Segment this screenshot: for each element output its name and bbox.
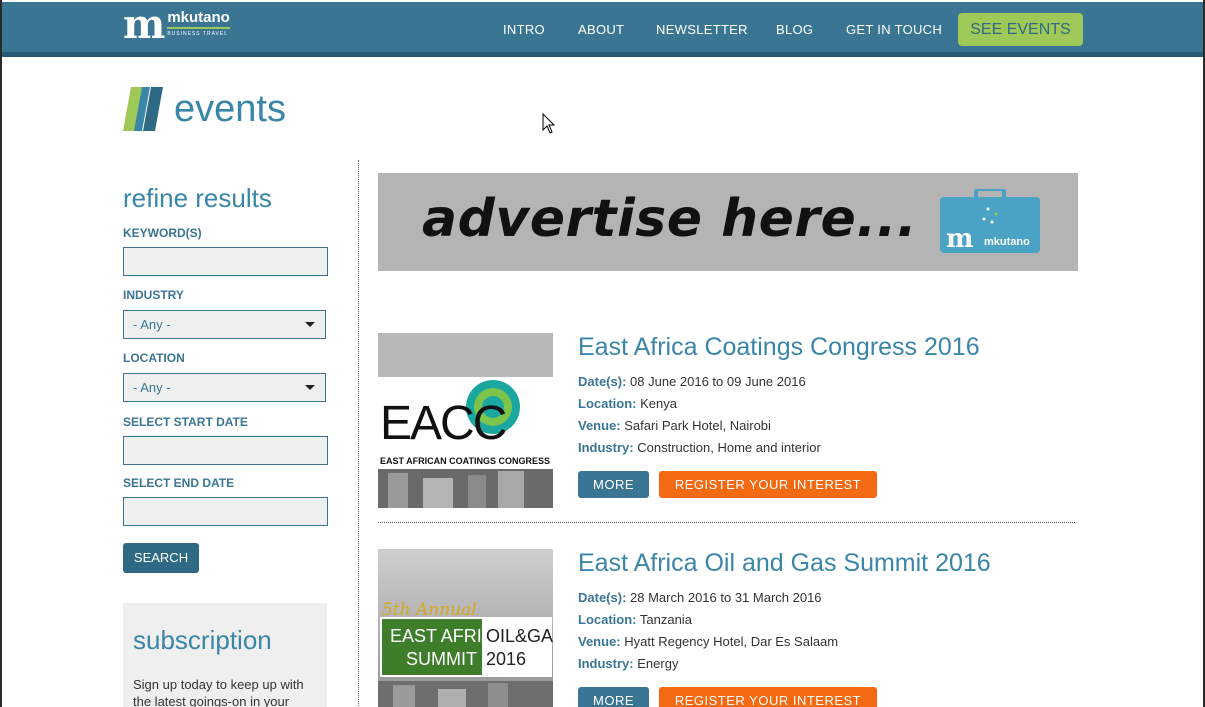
- location-label: Location:: [578, 612, 637, 627]
- venue-value: Hyatt Regency Hotel, Dar Es Salaam: [624, 634, 839, 649]
- brand-logo[interactable]: m mkutano BUSINESS TRAVEL: [123, 1, 230, 48]
- event-dates: Date(s): 28 March 2016 to 31 March 2016: [578, 590, 822, 605]
- event-venue: Venue: Hyatt Regency Hotel, Dar Es Salaa…: [578, 634, 838, 649]
- dates-label: Date(s):: [578, 374, 627, 389]
- nav-get-in-touch[interactable]: GET IN TOUCH: [846, 22, 942, 37]
- industry-label: Industry:: [578, 656, 634, 671]
- logo-tagline: BUSINESS TRAVEL: [167, 31, 228, 37]
- eacc-logo-image: EACC EAST AFRICAN COATINGS CONGRESS: [378, 333, 553, 508]
- dates-value: 08 June 2016 to 09 June 2016: [630, 374, 806, 389]
- industry-label: INDUSTRY: [123, 288, 184, 302]
- advertise-banner[interactable]: advertise here... m mkutano: [378, 173, 1078, 271]
- industry-value: Energy: [637, 656, 679, 671]
- event-thumbnail[interactable]: EACC EAST AFRICAN COATINGS CONGRESS: [378, 333, 553, 508]
- logo-mark: m: [123, 1, 165, 48]
- event-dates: Date(s): 08 June 2016 to 09 June 2016: [578, 374, 806, 389]
- nav-intro[interactable]: INTRO: [503, 22, 545, 37]
- event-industry: Industry: Construction, Home and interio…: [578, 440, 821, 455]
- event-separator: [378, 522, 1075, 523]
- venue-label: Venue:: [578, 634, 621, 649]
- summit-line3: OIL&GAS: [486, 626, 553, 646]
- event-industry: Industry: Energy: [578, 656, 678, 671]
- location-label: LOCATION: [123, 351, 185, 365]
- keyword-label: KEYWORD(S): [123, 226, 202, 240]
- logo-name: mkutano: [167, 10, 230, 29]
- event-title[interactable]: East Africa Coatings Congress 2016: [578, 333, 980, 362]
- keyword-input[interactable]: [123, 247, 328, 276]
- ad-logo-mark: m: [946, 224, 974, 253]
- industry-value: Construction, Home and interior: [637, 440, 821, 455]
- event-title[interactable]: East Africa Oil and Gas Summit 2016: [578, 549, 991, 578]
- header-underline: [2, 52, 1203, 57]
- location-value: Kenya: [640, 396, 677, 411]
- nav-about[interactable]: ABOUT: [578, 22, 624, 37]
- event-venue: Venue: Safari Park Hotel, Nairobi: [578, 418, 771, 433]
- dates-value: 28 March 2016 to 31 March 2016: [630, 590, 822, 605]
- subscription-text: Sign up today to keep up with the latest…: [133, 677, 304, 707]
- nav-blog[interactable]: BLOG: [776, 22, 813, 37]
- mouse-pointer-icon: [542, 113, 556, 134]
- location-select-value: - Any -: [133, 380, 171, 395]
- summit-line2: SUMMIT: [406, 649, 477, 669]
- eacc-caption: EAST AFRICAN COATINGS CONGRESS: [380, 456, 550, 466]
- register-interest-button[interactable]: REGISTER YOUR INTEREST: [659, 687, 877, 707]
- see-events-button[interactable]: SEE EVENTS: [958, 13, 1083, 46]
- location-label: Location:: [578, 396, 637, 411]
- advertise-text: advertise here...: [422, 189, 918, 249]
- page-title: events: [174, 88, 286, 130]
- summit-line4: 2016: [486, 649, 526, 669]
- start-date-label: SELECT START DATE: [123, 415, 248, 429]
- event-location: Location: Kenya: [578, 396, 677, 411]
- ad-logo-name: mkutano: [984, 236, 1030, 248]
- chevron-down-icon: [305, 385, 315, 390]
- end-date-label: SELECT END DATE: [123, 476, 235, 490]
- location-select[interactable]: - Any -: [123, 373, 326, 402]
- subscription-panel: subscription Sign up today to keep up wi…: [123, 603, 327, 707]
- event-location: Location: Tanzania: [578, 612, 692, 627]
- start-date-input[interactable]: [123, 436, 328, 465]
- title-stripes-icon: [123, 87, 163, 131]
- subscription-heading: subscription: [133, 625, 272, 655]
- venue-label: Venue:: [578, 418, 621, 433]
- event-thumbnail[interactable]: 5th Annual EAST AFRICA SUMMIT OIL&GAS 20…: [378, 549, 553, 707]
- eacc-logo-text: EACC: [380, 397, 506, 450]
- search-button[interactable]: SEARCH: [123, 543, 199, 573]
- industry-select-value: - Any -: [133, 317, 171, 332]
- more-button[interactable]: MORE: [578, 471, 649, 498]
- chevron-down-icon: [305, 322, 315, 327]
- venue-value: Safari Park Hotel, Nairobi: [624, 418, 771, 433]
- end-date-input[interactable]: [123, 497, 328, 526]
- nav-newsletter[interactable]: NEWSLETTER: [656, 22, 748, 37]
- register-interest-button[interactable]: REGISTER YOUR INTEREST: [659, 471, 877, 498]
- page: m mkutano BUSINESS TRAVEL INTRO ABOUT NE…: [2, 0, 1203, 707]
- industry-select[interactable]: - Any -: [123, 310, 326, 339]
- location-value: Tanzania: [639, 612, 692, 627]
- oil-gas-summit-logo-image: 5th Annual EAST AFRICA SUMMIT OIL&GAS 20…: [378, 549, 553, 707]
- sidebar-divider: [358, 160, 359, 707]
- logo-wordmark: mkutano BUSINESS TRAVEL: [167, 10, 230, 37]
- industry-label: Industry:: [578, 440, 634, 455]
- dates-label: Date(s):: [578, 590, 627, 605]
- refine-results-heading: refine results: [123, 183, 272, 213]
- annual-text: 5th Annual: [382, 600, 477, 620]
- more-button[interactable]: MORE: [578, 687, 649, 707]
- briefcase-logo-icon: m mkutano: [940, 189, 1040, 253]
